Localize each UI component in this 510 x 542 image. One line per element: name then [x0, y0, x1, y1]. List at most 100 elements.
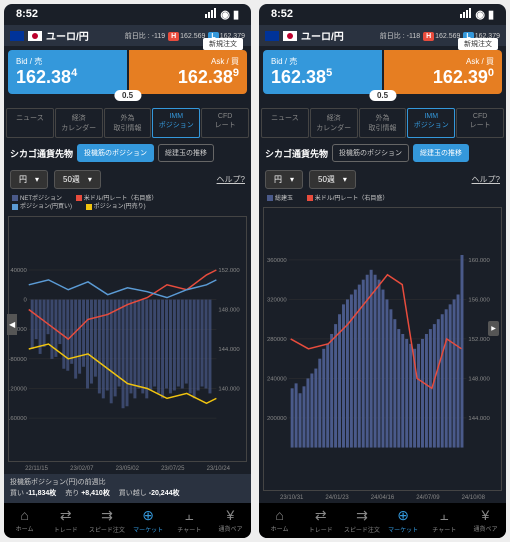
- tab-imm[interactable]: IMM ポジション: [152, 108, 200, 138]
- nav-market[interactable]: ⊕マーケット: [383, 507, 424, 534]
- tab-fx-info[interactable]: 外為 取引情報: [359, 108, 407, 138]
- svg-text:-80000: -80000: [9, 357, 27, 363]
- chart-prev-button[interactable]: ◀: [7, 314, 17, 335]
- speed-icon: ⇉: [341, 507, 382, 524]
- scroll-indicator[interactable]: ▶: [488, 321, 499, 336]
- svg-text:-120000: -120000: [9, 386, 27, 392]
- x-axis-labels: 22/11/1523/02/0723/05/0223/07/2523/10/24: [4, 464, 251, 474]
- spread-badge: 0.5: [369, 90, 396, 101]
- home-icon: ⌂: [259, 507, 300, 523]
- nav-trade[interactable]: ⇄トレード: [300, 507, 341, 534]
- bid-button[interactable]: Bid / 売 162.384: [8, 50, 127, 94]
- chart-svg: 360000320000280000240000200000 160.00015…: [264, 208, 501, 490]
- svg-text:160.000: 160.000: [468, 258, 490, 264]
- nav-market[interactable]: ⊕マーケット: [128, 507, 169, 534]
- pairs-icon: ¥: [210, 507, 251, 523]
- pair-name[interactable]: ユーロ/円: [301, 28, 344, 43]
- svg-text:152.000: 152.000: [218, 268, 240, 274]
- status-icons: ◉ ▮: [205, 8, 239, 21]
- trade-icon: ⇄: [300, 507, 341, 524]
- tab-calendar[interactable]: 経済 カレンダー: [55, 108, 103, 138]
- tab-cfd[interactable]: CFD レート: [456, 108, 504, 138]
- subtab-total[interactable]: 総建玉の推移: [158, 144, 214, 162]
- nav-home[interactable]: ⌂ホーム: [259, 507, 300, 534]
- chart-svg: 400000-40000-80000-120000-160000 152.000…: [9, 217, 246, 461]
- pair-name[interactable]: ユーロ/円: [46, 28, 89, 43]
- help-icon: ?: [241, 175, 245, 184]
- subtab-speculative[interactable]: 投機筋のポジション: [332, 144, 409, 162]
- tab-news[interactable]: ニュース: [6, 108, 54, 138]
- battery-icon: ▮: [488, 8, 494, 21]
- status-icons: ◉ ▮: [460, 8, 494, 21]
- tab-news[interactable]: ニュース: [261, 108, 309, 138]
- svg-text:152.000: 152.000: [468, 337, 490, 343]
- svg-text:280000: 280000: [267, 337, 287, 343]
- currency-select[interactable]: 円▾: [265, 170, 303, 189]
- period-select[interactable]: 50週▾: [54, 170, 101, 189]
- phone-right: 8:52 ◉ ▮ ユーロ/円 前日比 : -118 H162.569 L162.…: [259, 4, 506, 538]
- phone-left: 8:52 ◉ ▮ ユーロ/円 前日比 : -119 H162.569 L162.…: [4, 4, 251, 538]
- currency-select[interactable]: 円▾: [10, 170, 48, 189]
- svg-text:144.000: 144.000: [468, 416, 490, 422]
- bid-price: 162.384: [16, 67, 119, 88]
- nav-speed[interactable]: ⇉スピード注文: [86, 507, 127, 534]
- chart-area[interactable]: 400000-40000-80000-120000-160000 152.000…: [8, 216, 247, 462]
- chart-legend: NETポジション 米ドル/円レート（右目盛） ポジション(円買い) ポジション(…: [4, 193, 251, 214]
- help-link[interactable]: ヘルプ?: [472, 174, 500, 185]
- chart-area[interactable]: 360000320000280000240000200000 160.00015…: [263, 207, 502, 491]
- help-link[interactable]: ヘルプ?: [217, 174, 245, 185]
- trade-icon: ⇄: [45, 507, 86, 524]
- flag-eu-icon: [10, 31, 24, 41]
- nav-chart[interactable]: ⫠チャート: [169, 507, 210, 534]
- ask-price: 162.389: [137, 67, 240, 88]
- tab-cfd[interactable]: CFD レート: [201, 108, 249, 138]
- clock: 8:52: [16, 8, 38, 21]
- ask-label: Ask / 買: [137, 56, 240, 67]
- tab-imm[interactable]: IMM ポジション: [407, 108, 455, 138]
- page-title: シカゴ通貨先物: [265, 147, 328, 160]
- nav-speed[interactable]: ⇉スピード注文: [341, 507, 382, 534]
- quote-panel: 新規注文 Bid / 売 162.385 Ask / 買 162.390 0.5: [259, 46, 506, 98]
- svg-text:148.000: 148.000: [218, 307, 240, 313]
- main-tabs: ニュース 経済 カレンダー 外為 取引情報 IMM ポジション CFD レート: [4, 106, 251, 140]
- tab-calendar[interactable]: 経済 カレンダー: [310, 108, 358, 138]
- home-icon: ⌂: [4, 507, 45, 523]
- status-bar: 8:52 ◉ ▮: [4, 4, 251, 25]
- flag-eu-icon: [265, 31, 279, 41]
- x-axis-labels: 23/10/3124/01/2324/04/1624/07/0924/10/08: [259, 493, 506, 503]
- chevron-down-icon: ▾: [35, 175, 39, 184]
- subtab-total[interactable]: 総建玉の推移: [413, 144, 469, 162]
- svg-text:0: 0: [23, 297, 27, 303]
- tab-fx-info[interactable]: 外為 取引情報: [104, 108, 152, 138]
- market-icon: ⊕: [128, 507, 169, 524]
- ask-price: 162.390: [392, 67, 495, 88]
- filter-row: 円▾ 50週▾ ヘルプ?: [4, 166, 251, 193]
- nav-home[interactable]: ⌂ホーム: [4, 507, 45, 534]
- main-tabs: ニュース 経済 カレンダー 外為 取引情報 IMM ポジション CFD レート: [259, 106, 506, 140]
- ask-button[interactable]: Ask / 買 162.390: [384, 50, 503, 94]
- filter-row: 円▾ 50週▾ ヘルプ?: [259, 166, 506, 193]
- subtab-speculative[interactable]: 投機筋のポジション: [77, 144, 154, 162]
- new-order-button[interactable]: 新規注文: [203, 38, 243, 50]
- chevron-down-icon: ▾: [343, 175, 347, 184]
- bottom-nav: ⌂ホーム ⇄トレード ⇉スピード注文 ⊕マーケット ⫠チャート ¥通貨ペア: [259, 503, 506, 538]
- status-bar: 8:52 ◉ ▮: [259, 4, 506, 25]
- svg-text:240000: 240000: [267, 377, 287, 383]
- nav-pairs[interactable]: ¥通貨ペア: [465, 507, 506, 534]
- bid-button[interactable]: Bid / 売 162.385: [263, 50, 382, 94]
- nav-trade[interactable]: ⇄トレード: [45, 507, 86, 534]
- chart-icon: ⫠: [424, 507, 465, 524]
- svg-text:360000: 360000: [267, 258, 287, 264]
- new-order-button[interactable]: 新規注文: [458, 38, 498, 50]
- ask-button[interactable]: Ask / 買 162.389: [129, 50, 248, 94]
- nav-pairs[interactable]: ¥通貨ペア: [210, 507, 251, 534]
- summary-panel: 投機筋ポジション(円)の前週比 買い -11,834枚 売り +8,410枚 買…: [4, 474, 251, 503]
- bid-label: Bid / 売: [16, 56, 119, 67]
- nav-chart[interactable]: ⫠チャート: [424, 507, 465, 534]
- svg-text:156.000: 156.000: [468, 298, 490, 304]
- chevron-down-icon: ▾: [290, 175, 294, 184]
- period-select[interactable]: 50週▾: [309, 170, 356, 189]
- sub-header: シカゴ通貨先物 投機筋のポジション 総建玉の推移: [4, 140, 251, 166]
- chevron-down-icon: ▾: [88, 175, 92, 184]
- bid-price: 162.385: [271, 67, 374, 88]
